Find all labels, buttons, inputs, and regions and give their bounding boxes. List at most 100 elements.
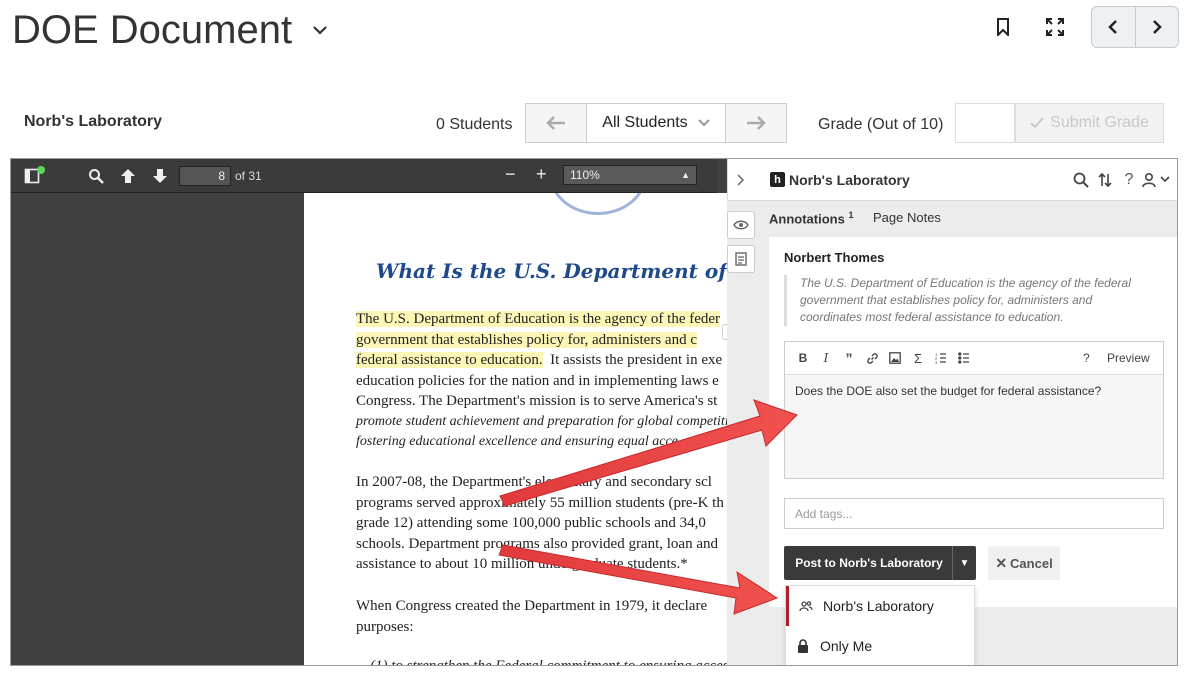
menu-item-group[interactable]: Norb's Laboratory <box>786 586 974 626</box>
student-select[interactable]: All Students <box>586 104 726 142</box>
show-highlights-button[interactable] <box>727 211 755 239</box>
next-page-icon[interactable] <box>151 167 169 185</box>
math-icon[interactable]: Σ <box>910 350 926 366</box>
collapse-sidebar-icon[interactable] <box>732 171 750 189</box>
close-icon: ✕ <box>995 554 1008 571</box>
menu-item-label: Norb's Laboratory <box>823 598 934 614</box>
grade-input[interactable] <box>955 103 1015 143</box>
quote-icon[interactable]: ” <box>841 350 857 366</box>
search-icon[interactable] <box>87 167 105 185</box>
tab-page-notes[interactable]: Page Notes <box>873 210 941 225</box>
post-button[interactable]: Post to Norb's Laboratory ▼ <box>784 546 976 580</box>
tab-annotations-count: 1 <box>848 210 854 220</box>
note-icon <box>735 252 747 266</box>
text-line: fostering educational excellence and ens… <box>356 434 678 449</box>
chevron-down-icon[interactable] <box>310 20 330 40</box>
tags-input[interactable]: Add tags... <box>784 498 1164 529</box>
previous-document-button[interactable] <box>1092 7 1135 47</box>
privacy-menu: Norb's Laboratory Only Me <box>785 585 975 665</box>
pdf-viewer: 8 of 31 − + 110% ▲ What Is the U.S. Depa… <box>10 158 1178 666</box>
chevron-down-icon[interactable] <box>1156 171 1174 189</box>
highlighted-text[interactable]: The U.S. Department of Education is the … <box>356 311 721 327</box>
next-document-button[interactable] <box>1134 7 1179 47</box>
paragraph-3: When Congress created the Department in … <box>356 596 707 637</box>
zoom-value: 110% <box>570 168 600 182</box>
cancel-label: Cancel <box>1010 555 1053 571</box>
text-line: schools. Department programs also provid… <box>356 535 718 552</box>
pdf-page: What Is the U.S. Department of Educ The … <box>304 193 728 666</box>
post-button-label: Post to Norb's Laboratory <box>795 556 943 570</box>
bookmark-icon[interactable] <box>990 14 1016 40</box>
check-icon <box>1030 117 1044 129</box>
highlighted-text[interactable]: federal assistance to education. <box>356 352 543 368</box>
eye-icon <box>733 220 749 230</box>
editor-toolbar: B I ” Σ 123 ? Preview <box>785 342 1163 375</box>
italic-icon[interactable]: I <box>818 350 834 366</box>
annotation-card: Norbert Thomes The U.S. Department of Ed… <box>769 237 1177 607</box>
numbered-list-icon[interactable]: 123 <box>933 350 949 366</box>
pdf-toolbar: 8 of 31 − + 110% ▲ <box>11 159 717 193</box>
text-line: grade 12) attending some 100,000 public … <box>356 515 706 531</box>
text-line: Congress. The Department's mission is to… <box>356 393 718 409</box>
arrow-right-icon <box>747 116 766 130</box>
preview-button[interactable]: Preview <box>1107 351 1150 365</box>
student-select-value: All Students <box>602 114 688 131</box>
menu-item-only-me[interactable]: Only Me <box>786 626 974 665</box>
document-nav-group <box>1091 6 1179 48</box>
svg-text:3: 3 <box>935 360 938 364</box>
chevron-right-icon <box>1152 20 1162 34</box>
course-name: Norb's Laboratory <box>24 113 163 130</box>
text-line: promote student achievement and preparat… <box>356 413 728 429</box>
zoom-select[interactable]: 110% ▲ <box>563 165 697 185</box>
tab-annotations-label: Annotations <box>769 211 845 227</box>
bulleted-list-icon[interactable] <box>956 350 972 366</box>
sidebar-header: h Norb's Laboratory ? <box>727 159 1177 201</box>
pdf-left-margin <box>11 193 304 665</box>
text-line: It assists the president in exe <box>542 352 723 368</box>
text-line: assistance to about 10 million undergrad… <box>356 556 688 572</box>
text-line: purposes: <box>356 618 414 635</box>
submit-grade-button[interactable]: Submit Grade <box>1015 103 1164 143</box>
help-icon[interactable]: ? <box>1120 171 1138 189</box>
highlighted-text[interactable]: government that establishes policy for, … <box>356 331 697 348</box>
annotation-textarea[interactable]: Does the DOE also set the budget for fed… <box>785 375 1163 478</box>
tab-annotations[interactable]: Annotations 1 <box>769 210 853 226</box>
previous-page-icon[interactable] <box>119 167 137 185</box>
updown-icon: ▲ <box>681 170 690 180</box>
grade-label: Grade (Out of 10) <box>818 116 944 133</box>
group-name[interactable]: Norb's Laboratory <box>789 172 910 188</box>
next-student-button[interactable] <box>726 104 786 142</box>
editor-help-button[interactable]: ? <box>1083 351 1090 365</box>
annotation-sidebar: h Norb's Laboratory ? Annotations 1 Page… <box>727 159 1177 665</box>
cancel-button[interactable]: ✕ Cancel <box>988 546 1060 580</box>
submit-grade-label: Submit Grade <box>1050 114 1149 131</box>
fullscreen-icon[interactable] <box>1042 14 1068 40</box>
document-title: DOE Document <box>12 8 293 52</box>
zoom-out-button[interactable]: − <box>505 164 516 185</box>
text-line: programs served approximately 55 million… <box>356 494 724 511</box>
chevron-down-icon <box>698 119 710 127</box>
lock-icon <box>786 639 820 653</box>
chevron-left-icon <box>1108 20 1118 34</box>
page-number-input[interactable]: 8 <box>179 166 231 186</box>
arrow-left-icon <box>546 116 565 130</box>
caret-down-icon[interactable]: ▼ <box>952 546 976 580</box>
page-total: of 31 <box>235 169 262 183</box>
students-count: 0 Students <box>436 116 513 133</box>
bold-icon[interactable]: B <box>795 350 811 366</box>
zoom-in-button[interactable]: + <box>536 164 547 185</box>
menu-item-label: Only Me <box>820 638 873 654</box>
status-dot <box>37 166 45 174</box>
paragraph-2: In 2007-08, the Department's elementary … <box>356 472 724 575</box>
annotation-quote: The U.S. Department of Education is the … <box>784 275 1154 326</box>
text-line: When Congress created the Department in … <box>356 598 708 614</box>
link-icon[interactable] <box>864 350 880 366</box>
paragraph-4: (1) to strengthen the Federal commitment… <box>370 658 728 666</box>
previous-student-button[interactable] <box>526 104 586 142</box>
sort-icon[interactable] <box>1096 171 1114 189</box>
image-icon[interactable] <box>887 350 903 366</box>
department-seal <box>549 193 647 215</box>
page-notes-button[interactable] <box>727 245 755 273</box>
annotation-author[interactable]: Norbert Thomes <box>784 250 884 265</box>
search-icon[interactable] <box>1072 171 1090 189</box>
